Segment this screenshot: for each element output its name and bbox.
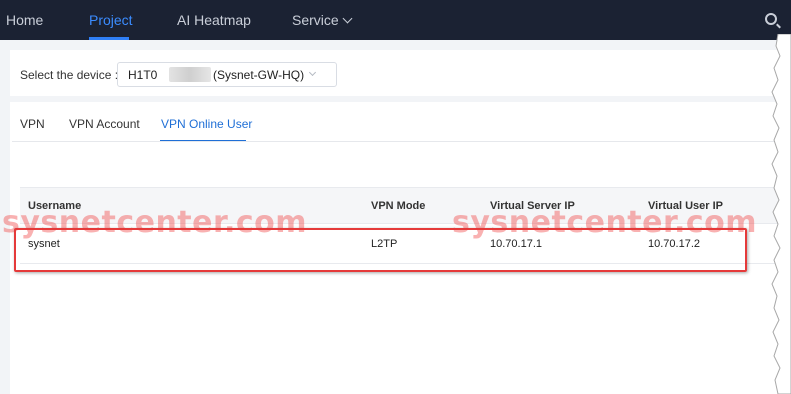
- nav-item-home[interactable]: Home: [6, 0, 43, 40]
- column-header-virtual-server-ip: Virtual Server IP: [490, 200, 575, 212]
- top-nav: Home Project AI Heatmap Service: [0, 0, 791, 40]
- tab-vpn-account[interactable]: VPN Account: [69, 117, 140, 131]
- tab-divider: [12, 141, 791, 142]
- device-id-redacted: [169, 67, 211, 82]
- device-select[interactable]: H1T0 (Sysnet-GW-HQ): [117, 62, 337, 87]
- tab-vpn[interactable]: VPN: [20, 117, 45, 131]
- chevron-down-icon: [308, 68, 317, 77]
- column-header-username: Username: [28, 200, 82, 212]
- nav-item-project[interactable]: Project: [89, 0, 133, 40]
- column-header-virtual-user-ip: Virtual User IP: [648, 200, 723, 212]
- highlight-box: [14, 228, 747, 272]
- search-icon[interactable]: [765, 13, 777, 25]
- device-selector-label: Select the device :: [20, 68, 119, 82]
- nav-item-service[interactable]: Service: [292, 0, 353, 40]
- nav-item-ai-heatmap[interactable]: AI Heatmap: [177, 0, 251, 40]
- torn-edge: [771, 34, 791, 394]
- device-id-prefix: H1T0: [128, 68, 158, 82]
- tab-vpn-online-user[interactable]: VPN Online User: [161, 117, 252, 131]
- chevron-down-icon: [342, 13, 353, 24]
- nav-item-service-label: Service: [292, 12, 339, 28]
- device-name: (Sysnet-GW-HQ): [213, 68, 305, 82]
- column-header-vpn-mode: VPN Mode: [371, 200, 426, 212]
